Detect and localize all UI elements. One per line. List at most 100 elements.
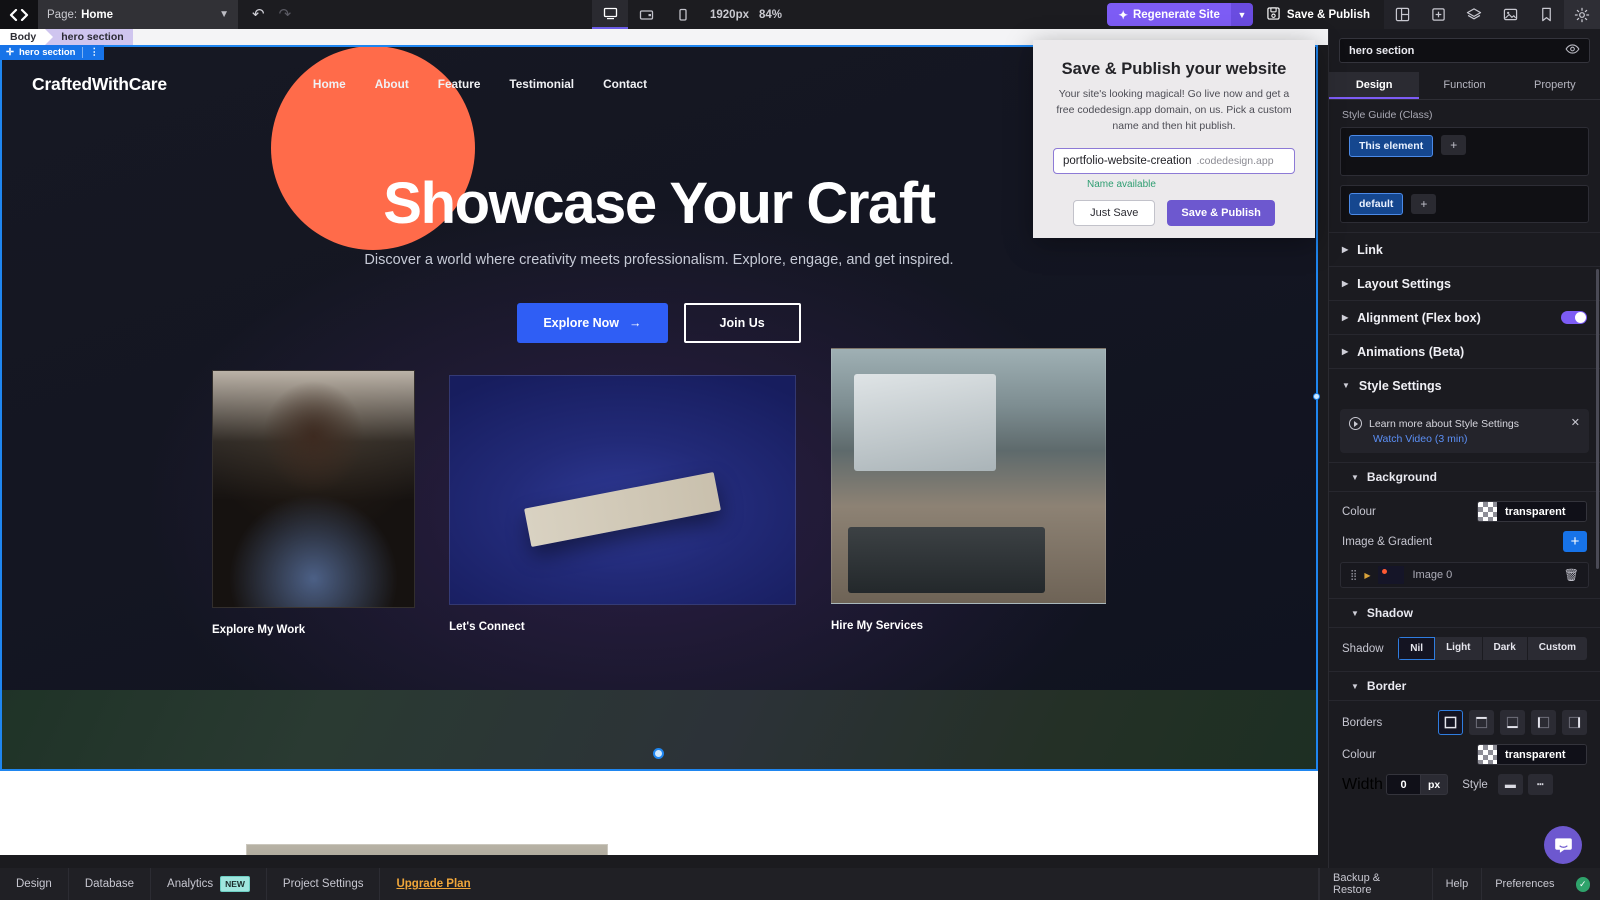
section-layout-settings[interactable]: ▶ Layout Settings: [1329, 266, 1600, 300]
chevron-down-icon: ▼: [1351, 472, 1359, 482]
bottom-tab-upgrade-plan[interactable]: Upgrade Plan: [380, 868, 486, 900]
canvas-zoom[interactable]: 84%: [759, 9, 782, 21]
hero-card[interactable]: Hire My Services: [831, 348, 1106, 632]
redo-icon[interactable]: ↷: [279, 7, 292, 22]
regenerate-site-button[interactable]: ✦ Regenerate Site ▼: [1107, 3, 1253, 26]
viewport-desktop[interactable]: [592, 0, 628, 29]
solid-line-icon[interactable]: ▬: [1497, 774, 1523, 795]
bottom-tab-analytics[interactable]: Analytics NEW: [151, 868, 267, 900]
backup-restore-button[interactable]: Backup & Restore: [1319, 868, 1432, 900]
join-us-button[interactable]: Join Us: [683, 303, 801, 343]
image-icon[interactable]: [1492, 0, 1528, 29]
background-section-header[interactable]: ▼ Background: [1329, 462, 1600, 492]
regenerate-dropdown-arrow[interactable]: ▼: [1230, 3, 1253, 26]
page-selector[interactable]: Page: Home ▼: [38, 0, 238, 29]
tab-function[interactable]: Function: [1419, 72, 1509, 99]
shadow-option-light[interactable]: Light: [1435, 637, 1483, 660]
section-animations[interactable]: ▶ Animations (Beta): [1329, 334, 1600, 368]
tab-property[interactable]: Property: [1510, 72, 1600, 99]
add-class-button[interactable]: +: [1441, 135, 1467, 156]
layout-icon[interactable]: [1384, 0, 1420, 29]
panel-scrollbar[interactable]: [1596, 269, 1599, 569]
gear-icon[interactable]: [1564, 0, 1600, 29]
breadcrumb-hero-section[interactable]: hero section: [45, 29, 133, 45]
move-icon[interactable]: ✛: [6, 47, 14, 58]
nav-link-feature[interactable]: Feature: [438, 77, 481, 91]
colour-swatch[interactable]: [1478, 502, 1497, 521]
hero-card[interactable]: Explore My Work: [212, 370, 416, 636]
selected-element-name-field[interactable]: hero section: [1339, 38, 1590, 63]
save-publish-button[interactable]: Save & Publish: [1253, 0, 1384, 29]
explore-now-button[interactable]: Explore Now →: [517, 303, 668, 343]
nav-link-contact[interactable]: Contact: [603, 77, 647, 91]
just-save-button[interactable]: Just Save: [1073, 200, 1156, 227]
shadow-option-dark[interactable]: Dark: [1482, 637, 1528, 660]
drag-handle-icon[interactable]: ⣿: [1350, 570, 1357, 581]
class-chip-default[interactable]: default: [1349, 193, 1404, 215]
add-default-class-button[interactable]: +: [1411, 193, 1437, 215]
colour-swatch[interactable]: [1478, 745, 1497, 764]
nav-link-testimonial[interactable]: Testimonial: [509, 77, 574, 91]
right-border-icon[interactable]: [1562, 710, 1587, 735]
dashed-line-icon[interactable]: ┅: [1527, 774, 1553, 795]
selection-tag[interactable]: ✛ hero section ⋮: [0, 45, 104, 60]
shadow-option-custom[interactable]: Custom: [1527, 637, 1587, 660]
chat-bubble-icon[interactable]: [1544, 826, 1582, 864]
chevron-right-icon[interactable]: ▶: [1364, 571, 1370, 580]
sparkle-icon: ✦: [1118, 9, 1128, 22]
selection-resize-handle-bottom[interactable]: [653, 748, 664, 759]
border-colour-control[interactable]: transparent: [1477, 744, 1587, 765]
play-circle-icon[interactable]: [1349, 417, 1362, 430]
preferences-button[interactable]: Preferences: [1481, 868, 1567, 900]
kebab-menu-icon[interactable]: ⋮: [82, 47, 99, 58]
all-borders-icon[interactable]: [1438, 710, 1463, 735]
selection-resize-handle-right[interactable]: [1313, 393, 1320, 400]
domain-name-input[interactable]: portfolio-website-creation .codedesign.a…: [1053, 148, 1295, 175]
help-button[interactable]: Help: [1431, 868, 1482, 900]
bottom-tab-design[interactable]: Design: [0, 868, 69, 900]
border-colour-value: transparent: [1497, 745, 1586, 764]
viewport-tablet[interactable]: [628, 0, 664, 29]
bottom-tab-database[interactable]: Database: [69, 868, 152, 900]
bookmark-icon[interactable]: [1528, 0, 1564, 29]
bottom-border-icon[interactable]: [1500, 710, 1525, 735]
add-box-icon[interactable]: [1420, 0, 1456, 29]
trash-icon[interactable]: 🗑: [1564, 568, 1579, 582]
site-brand[interactable]: CraftedWithCare: [32, 74, 167, 95]
chevron-right-icon: ▶: [1342, 313, 1349, 322]
undo-icon[interactable]: ↶: [252, 7, 265, 22]
hero-subtitle: Discover a world where creativity meets …: [364, 252, 954, 268]
modal-save-publish-button[interactable]: Save & Publish: [1167, 200, 1275, 227]
shadow-section-header[interactable]: ▼ Shadow: [1329, 598, 1600, 628]
alignment-toggle[interactable]: [1561, 311, 1587, 324]
left-border-icon[interactable]: [1531, 710, 1556, 735]
watch-video-link[interactable]: Watch Video (3 min): [1373, 433, 1580, 445]
hero-card[interactable]: Let's Connect: [449, 370, 796, 633]
arrow-right-icon: →: [629, 316, 642, 330]
bottom-tab-project-settings[interactable]: Project Settings: [267, 868, 381, 900]
breadcrumb-body[interactable]: Body: [0, 29, 54, 45]
section-style-settings[interactable]: ▼ Style Settings: [1329, 368, 1600, 402]
shadow-option-nil[interactable]: Nil: [1398, 637, 1436, 660]
modal-body-text: Your site's looking magical! Go live now…: [1056, 88, 1292, 132]
selection-tag-label: hero section: [18, 47, 76, 58]
app-logo[interactable]: [0, 0, 38, 29]
border-width-unit[interactable]: px: [1420, 774, 1449, 795]
border-width-input[interactable]: 0: [1386, 774, 1420, 795]
background-layer-row[interactable]: ⣿ ▶ Image 0 🗑: [1340, 562, 1589, 588]
next-section-area[interactable]: [0, 770, 1318, 855]
layers-icon[interactable]: [1456, 0, 1492, 29]
top-border-icon[interactable]: [1469, 710, 1494, 735]
border-section-header[interactable]: ▼ Border: [1329, 671, 1600, 701]
tab-design[interactable]: Design: [1329, 72, 1420, 99]
nav-link-home[interactable]: Home: [313, 77, 346, 91]
section-link[interactable]: ▶ Link: [1329, 232, 1600, 266]
background-colour-control[interactable]: transparent: [1477, 501, 1587, 522]
section-alignment[interactable]: ▶ Alignment (Flex box): [1329, 300, 1600, 334]
plus-icon[interactable]: +: [1563, 531, 1587, 552]
close-icon[interactable]: ✕: [1571, 416, 1580, 429]
nav-link-about[interactable]: About: [375, 77, 409, 91]
viewport-mobile[interactable]: [664, 0, 700, 29]
eye-icon[interactable]: [1565, 44, 1580, 57]
class-chip-this-element[interactable]: This element: [1349, 135, 1434, 157]
